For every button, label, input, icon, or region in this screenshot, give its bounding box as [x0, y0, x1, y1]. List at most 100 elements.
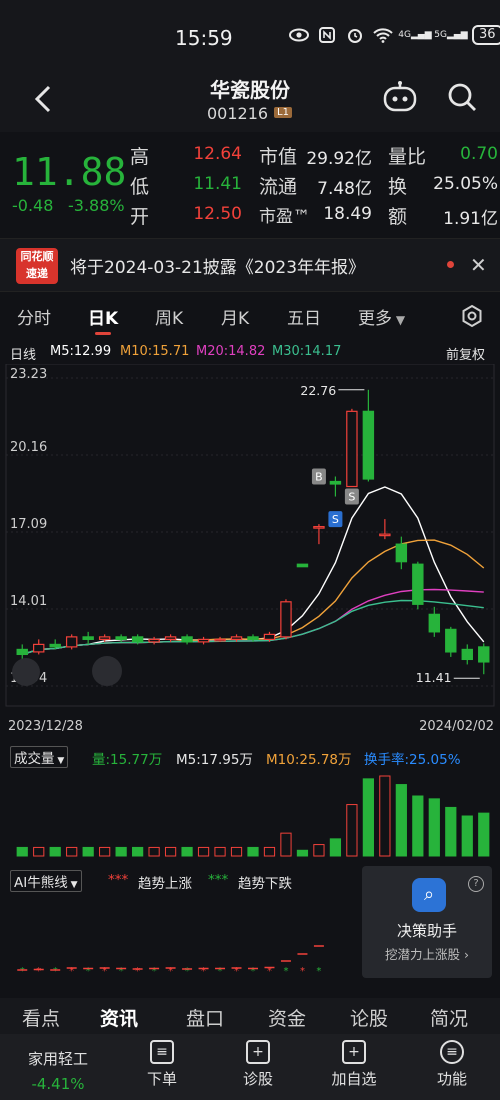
high-value: 12.64 — [193, 144, 242, 164]
candle-body — [33, 643, 45, 653]
announcement-text: 将于2024-03-21披露《2023年年报》 — [70, 258, 366, 278]
close-icon[interactable]: ✕ — [470, 253, 487, 277]
volume-bar — [313, 844, 325, 857]
candle-body — [428, 613, 441, 633]
candle-body — [230, 636, 243, 640]
candle-body — [395, 543, 408, 563]
candle-body — [197, 638, 210, 643]
chart-type-label: 日线 — [10, 348, 37, 363]
sector-info[interactable]: 家用轻工 -4.41% — [10, 1048, 106, 1093]
place-order-button[interactable]: ≡ 下单 — [122, 1040, 202, 1089]
caret-down-icon: ▼ — [67, 880, 78, 890]
tab-forum[interactable]: 论股 — [350, 1004, 388, 1031]
add-watchlist-button[interactable]: + 加自选 — [314, 1040, 394, 1089]
tab-news[interactable]: 资讯 — [100, 1004, 138, 1031]
candle-body — [346, 410, 358, 488]
tab-intraday[interactable]: 分时 — [17, 304, 51, 329]
chart-labels: 23.2320.1617.0914.0110.9422.7611.41BSS20… — [8, 367, 494, 734]
ma10-value: M10:15.71 — [120, 344, 190, 359]
active-tab-indicator — [95, 332, 111, 335]
add-icon: + — [342, 1040, 366, 1064]
unread-dot — [447, 261, 454, 268]
trend-marker: * — [119, 966, 124, 977]
signal-5g-icon: 5G ▂▄▆ — [434, 30, 468, 40]
collapse-icon — [12, 658, 40, 686]
order-icon: ≡ — [150, 1040, 174, 1064]
volume-bar — [362, 778, 374, 857]
bottom-action-bar: 家用轻工 -4.41% ≡ 下单 + 诊股 + 加自选 ≡ 功能 — [0, 1034, 500, 1100]
candlestick-chart[interactable]: 23.2320.1617.0914.0110.9422.7611.41BSS20… — [0, 364, 500, 744]
info-tabs: 看点 资讯 盘口 资金 论股 简况F10 — [0, 998, 500, 1053]
candle-body — [131, 636, 144, 643]
volume-bar — [82, 846, 94, 857]
x-start-date: 2023/12/28 — [8, 719, 83, 734]
candle-body — [329, 480, 342, 485]
diagnose-button[interactable]: + 诊股 — [218, 1040, 298, 1089]
open-value: 12.50 — [193, 204, 242, 224]
trend-marker: * — [53, 966, 58, 977]
volume-bar — [280, 832, 292, 857]
price-adjust-toggle[interactable]: 前复权 — [446, 344, 485, 363]
trade-signal-label: S — [332, 513, 339, 526]
trade-signal-label: B — [315, 470, 323, 483]
help-icon[interactable]: ? — [468, 876, 484, 892]
status-time: 15:59 — [175, 26, 233, 50]
volume-bar — [329, 838, 342, 857]
volume-ma5: M5:17.95万 — [176, 752, 253, 768]
ma-legend: 日线 M5:12.99 M10:15.71 M20:14.82 M30:14.1… — [0, 340, 500, 364]
low-label: 低 — [130, 176, 150, 198]
volume-bar — [445, 806, 457, 857]
candle-body — [461, 648, 473, 661]
y-tick-label: 23.23 — [10, 367, 47, 382]
assistant-subtitle: 挖潜力上涨股 › — [362, 944, 492, 963]
candle-body — [263, 633, 276, 640]
ai-indicator-select[interactable]: AI牛熊线 ▼ — [10, 870, 82, 892]
tab-five-day[interactable]: 五日 — [287, 304, 321, 329]
tab-more[interactable]: 更多 ▼ — [358, 304, 405, 329]
trend-up-legend: 趋势上涨 — [138, 876, 192, 892]
trend-down-legend-marker: *** — [208, 872, 229, 888]
tonghuashun-express-logo: 同花顺 速递 — [16, 248, 58, 284]
trend-marker: * — [86, 966, 91, 977]
trend-marker: * — [135, 966, 140, 977]
volume-chart[interactable] — [0, 768, 500, 860]
trade-signal-label: S — [348, 491, 355, 504]
sector-name: 家用轻工 — [27, 1050, 88, 1068]
announcement-banner[interactable]: 同花顺 速递 将于2024-03-21披露《2023年年报》 ✕ — [0, 238, 500, 292]
menu-icon: ≡ — [440, 1040, 464, 1064]
volume-bar — [247, 846, 259, 857]
volume-bar — [132, 846, 144, 857]
trend-marker: * — [300, 966, 305, 977]
level-badge: L1 — [274, 107, 292, 118]
tab-capital[interactable]: 资金 — [268, 1004, 306, 1031]
y-tick-label: 20.16 — [10, 440, 47, 455]
amount-label: 额 — [388, 206, 408, 228]
candle-body — [412, 563, 424, 605]
tab-weekly-k[interactable]: 周K — [155, 304, 183, 329]
ai-indicator-chart[interactable]: * * * * * * * * * * * * * * * * * * * — [0, 892, 360, 984]
trend-marker: * — [283, 966, 288, 977]
candle-body — [148, 638, 160, 643]
high-price-label: 22.76 — [300, 383, 336, 398]
volume-bar — [379, 775, 391, 857]
quote-panel: 11.88 -0.48 -3.88% 高 低 开 12.64 11.41 12.… — [0, 132, 500, 232]
volume-indicator-select[interactable]: 成交量 ▼ — [10, 746, 69, 768]
tab-monthly-k[interactable]: 月K — [221, 304, 249, 329]
volume-bar — [33, 846, 45, 857]
logo-text-top: 同花顺 — [20, 250, 54, 263]
robot-assistant-icon[interactable] — [382, 80, 418, 114]
candle-body — [181, 636, 193, 643]
decision-assistant-card[interactable]: ⌕ ? 决策助手 挖潜力上涨股 › — [362, 866, 492, 978]
tab-highlights[interactable]: 看点 — [22, 1004, 60, 1031]
settings-icon[interactable] — [460, 304, 484, 328]
search-icon[interactable] — [446, 81, 478, 113]
alarm-icon — [344, 24, 366, 46]
tab-order-book[interactable]: 盘口 — [186, 1004, 224, 1031]
volume-bar — [296, 849, 309, 857]
sector-change: -4.41% — [31, 1075, 85, 1093]
candle-body — [16, 648, 28, 656]
fullscreen-icon — [92, 656, 122, 686]
tab-daily-k[interactable]: 日K — [88, 304, 118, 329]
functions-button[interactable]: ≡ 功能 — [412, 1040, 492, 1089]
candle-body — [379, 533, 391, 537]
